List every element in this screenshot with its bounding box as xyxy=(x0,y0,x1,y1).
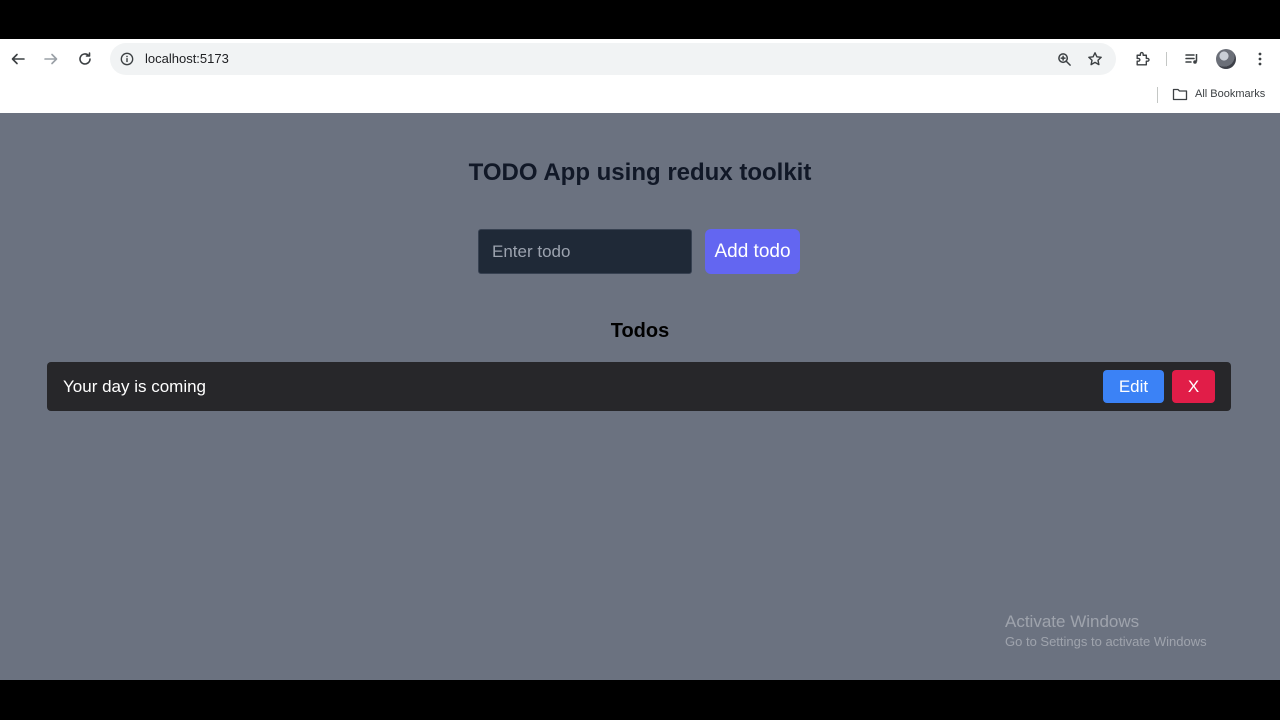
media-queue-icon[interactable] xyxy=(1180,47,1204,71)
url-text[interactable]: localhost:5173 xyxy=(145,51,229,67)
zoom-icon[interactable] xyxy=(1056,51,1072,67)
bookmarks-divider xyxy=(1157,87,1158,103)
arrow-left-icon xyxy=(11,53,25,65)
forward-button[interactable] xyxy=(39,47,63,71)
reload-icon xyxy=(79,52,91,65)
todo-list: Your day is coming Edit X xyxy=(47,362,1231,411)
address-bar[interactable]: localhost:5173 xyxy=(110,43,1116,75)
todo-text: Your day is coming xyxy=(63,377,207,396)
reload-button[interactable] xyxy=(73,47,97,71)
activate-windows-watermark: Activate Windows Go to Settings to activ… xyxy=(1005,611,1207,651)
watermark-title: Activate Windows xyxy=(1005,612,1140,631)
arrow-right-icon xyxy=(44,53,58,65)
page-viewport: TODO App using redux toolkit Add todo To… xyxy=(0,113,1280,680)
todo-input[interactable] xyxy=(478,229,692,274)
browser-toolbar: localhost:5173 xyxy=(0,39,1280,79)
kebab-menu-icon[interactable] xyxy=(1248,47,1272,71)
info-icon[interactable] xyxy=(119,51,135,67)
star-icon[interactable] xyxy=(1087,51,1103,67)
add-todo-button[interactable]: Add todo xyxy=(705,229,800,274)
bookmarks-bar xyxy=(0,79,1280,113)
delete-todo-button[interactable]: X xyxy=(1172,370,1215,403)
letterbox-bottom xyxy=(0,680,1280,720)
todo-item: Your day is coming Edit X xyxy=(47,362,1231,411)
puzzle-icon[interactable] xyxy=(1130,47,1154,71)
browser-window: localhost:5173 All Bookmarks TODO App us… xyxy=(0,39,1280,680)
app-title: TODO App using redux toolkit xyxy=(468,159,812,186)
all-bookmarks-button[interactable]: All Bookmarks xyxy=(1172,85,1265,103)
folder-icon xyxy=(1172,88,1188,101)
toolbar-divider xyxy=(1166,52,1167,66)
todos-heading: Todos xyxy=(610,320,670,342)
edit-todo-button[interactable]: Edit xyxy=(1103,370,1164,403)
profile-avatar[interactable] xyxy=(1216,49,1236,69)
all-bookmarks-label: All Bookmarks xyxy=(1195,88,1266,100)
back-button[interactable] xyxy=(6,47,30,71)
watermark-subtitle: Go to Settings to activate Windows xyxy=(1005,634,1207,649)
letterbox-top xyxy=(0,0,1280,39)
